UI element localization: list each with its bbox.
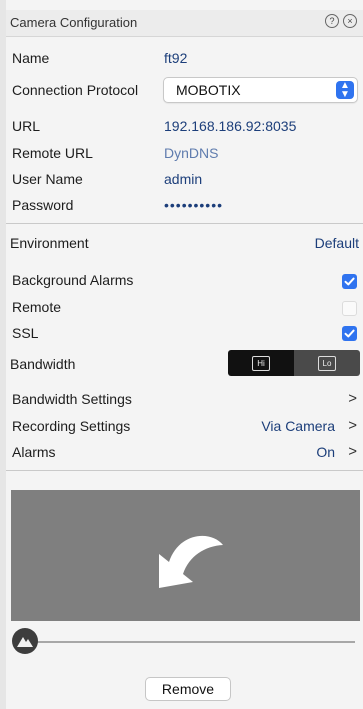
environment-value[interactable]: Default	[315, 235, 359, 251]
rotate-back-arrow-icon	[159, 535, 223, 588]
bandwidth-hi-button[interactable]: Hi	[228, 350, 294, 376]
checkmark-icon	[344, 329, 355, 338]
ssl-label: SSL	[12, 325, 39, 341]
password-value[interactable]: ••••••••••	[164, 197, 223, 213]
remote-checkbox[interactable]	[342, 301, 357, 316]
help-icon[interactable]: ?	[325, 14, 339, 28]
remote-url-label: Remote URL	[12, 145, 93, 161]
camera-preview[interactable]	[11, 490, 360, 621]
title-bar: Camera Configuration ? ×	[6, 10, 363, 37]
remote-url-value[interactable]: DynDNS	[164, 145, 218, 161]
environment-label: Environment	[10, 235, 89, 251]
divider	[6, 223, 363, 224]
url-label: URL	[12, 118, 41, 134]
camera-configuration-panel: Camera Configuration ? × Name ft92 Conne…	[0, 0, 363, 709]
bandwidth-segmented-control: Hi Lo	[228, 350, 360, 376]
name-value[interactable]: ft92	[164, 50, 187, 66]
bandwidth-label: Bandwidth	[10, 356, 76, 372]
name-label: Name	[12, 50, 50, 66]
remove-button[interactable]: Remove	[145, 677, 231, 701]
user-name-value[interactable]: admin	[164, 171, 202, 187]
hi-icon: Hi	[252, 356, 270, 371]
user-name-label: User Name	[12, 171, 83, 187]
left-edge-strip	[0, 0, 6, 709]
alarms-label[interactable]: Alarms	[12, 444, 56, 460]
chevron-right-icon[interactable]: >	[348, 417, 357, 434]
password-label: Password	[12, 197, 74, 213]
alarms-value[interactable]: On	[316, 444, 335, 460]
url-value[interactable]: 192.168.186.92:8035	[164, 118, 296, 134]
background-alarms-checkbox[interactable]	[342, 274, 357, 289]
divider	[6, 470, 363, 471]
mountain-icon	[17, 637, 33, 647]
slider-knob[interactable]	[12, 628, 38, 654]
bandwidth-settings-label[interactable]: Bandwidth Settings	[12, 391, 132, 407]
chevron-right-icon[interactable]: >	[348, 390, 357, 407]
bandwidth-lo-button[interactable]: Lo	[294, 350, 360, 376]
recording-settings-value[interactable]: Via Camera	[261, 418, 335, 434]
remote-label: Remote	[12, 299, 62, 315]
preview-slider-track[interactable]	[30, 641, 355, 643]
connection-protocol-select[interactable]: MOBOTIX ▲ ▼	[163, 77, 358, 103]
checkmark-icon	[344, 277, 355, 286]
window-title: Camera Configuration	[10, 15, 138, 30]
connection-protocol-value: MOBOTIX	[176, 82, 241, 98]
close-icon[interactable]: ×	[343, 14, 357, 28]
ssl-checkbox[interactable]	[342, 326, 357, 341]
connection-protocol-label: Connection Protocol	[12, 82, 139, 98]
lo-icon: Lo	[318, 356, 336, 371]
recording-settings-label[interactable]: Recording Settings	[12, 418, 130, 434]
background-alarms-label: Background Alarms	[12, 272, 134, 288]
select-stepper-icon: ▲ ▼	[336, 81, 354, 100]
chevron-right-icon[interactable]: >	[348, 443, 357, 460]
